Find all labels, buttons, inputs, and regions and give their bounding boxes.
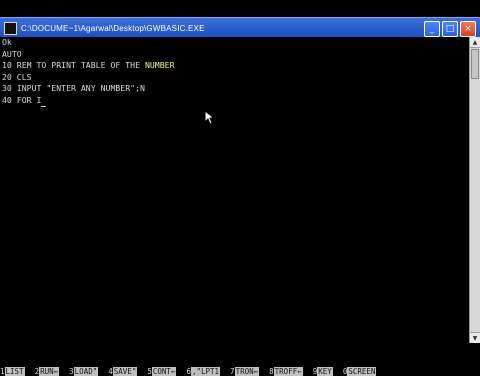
function-key-bar: 1 LIST 2 RUN← 3 LOAD" 4 SAVE" 5 CONT← 6 ,"LPT1… — [0, 366, 470, 376]
fkey-6[interactable]: 6 ,"LPT1 — [186, 366, 221, 376]
fkey-4[interactable]: 4 SAVE" — [108, 366, 138, 376]
minimize-button[interactable]: _ — [424, 21, 440, 37]
fkey-9-label: KEY — [317, 366, 333, 376]
fkey-1[interactable]: 1 LIST — [0, 366, 25, 376]
console-icon — [4, 21, 17, 35]
console-area[interactable]: Ok AUTO 10 REM TO PRINT TABLE OF THE NUM… — [0, 37, 470, 376]
window-title: C:\DOCUME~1\Agarwal\Desktop\GWBASIC.EXE — [21, 23, 205, 33]
scroll-thumb[interactable] — [471, 49, 479, 79]
fkey-3[interactable]: 3 LOAD" — [69, 366, 99, 376]
console-line-ok: Ok — [2, 37, 12, 47]
window-titlebar[interactable]: C:\DOCUME~1\Agarwal\Desktop\GWBASIC.EXE … — [0, 17, 480, 38]
vertical-scrollbar[interactable]: ▲ ▼ — [469, 37, 480, 343]
fkey-7-label: TRON← — [234, 366, 260, 376]
scroll-down-icon[interactable]: ▼ — [470, 332, 480, 343]
fkey-8-label: TROFF← — [273, 366, 303, 376]
maximize-button[interactable]: □ — [442, 21, 458, 37]
fkey-5-label: CONT← — [151, 366, 177, 376]
fkey-6-label: ,"LPT1 — [190, 366, 221, 376]
fkey-9[interactable]: 9 KEY — [313, 366, 333, 376]
fkey-3-label: LOAD" — [73, 366, 99, 376]
highlighted-word: NUMBER — [144, 60, 175, 71]
window-controls: _ □ × — [424, 21, 476, 37]
fkey-10[interactable]: 0 SCREEN — [343, 366, 377, 376]
console-line-40-text: 40 FOR I — [2, 94, 42, 105]
text-cursor — [41, 105, 47, 107]
console-line-10-text: 10 REM TO PRINT TABLE OF THE — [2, 60, 145, 71]
gwbasic-window: C:\DOCUME~1\Agarwal\Desktop\GWBASIC.EXE … — [0, 17, 480, 376]
console-line-10: 10 REM TO PRINT TABLE OF THE NUMBER — [2, 60, 175, 72]
console-line-20: 20 CLS — [2, 71, 32, 82]
console-line-30: 30 INPUT "ENTER ANY NUMBER";N — [2, 83, 145, 94]
fkey-2-label: RUN← — [39, 366, 60, 376]
console-lines: Ok AUTO 10 REM TO PRINT TABLE OF THE NUM… — [2, 37, 175, 107]
fkey-8[interactable]: 8 TROFF← — [269, 366, 303, 376]
console-line-40: 40 FOR I — [2, 95, 175, 107]
fkey-2[interactable]: 2 RUN← — [35, 366, 60, 376]
scroll-up-icon[interactable]: ▲ — [470, 37, 480, 48]
close-button[interactable]: × — [460, 21, 476, 37]
fkey-4-label: SAVE" — [112, 366, 138, 376]
fkey-5[interactable]: 5 CONT← — [147, 366, 177, 376]
fkey-10-label: SCREEN — [347, 366, 377, 376]
fkey-7[interactable]: 7 TRON← — [230, 366, 260, 376]
fkey-1-label: LIST — [4, 366, 25, 376]
console-line-auto: AUTO — [2, 48, 22, 59]
